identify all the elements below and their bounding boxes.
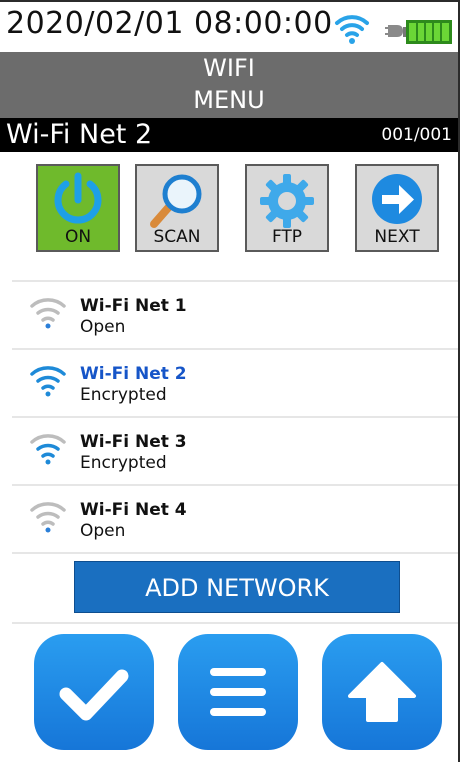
ftp-label: FTP (271, 227, 303, 247)
scan-button[interactable]: SCAN (135, 164, 219, 252)
clock-readout: 2020/02/01 08:00:00 (6, 6, 333, 41)
network-security: Encrypted (80, 385, 167, 405)
scan-label: SCAN (153, 227, 201, 247)
arrow-up-icon (348, 662, 416, 722)
magnifier-icon (150, 174, 202, 228)
ftp-button[interactable]: FTP (245, 164, 329, 252)
divider (12, 552, 458, 554)
wifi-strong-icon (30, 366, 66, 397)
next-label: NEXT (374, 227, 420, 247)
status-bar: 2020/02/01 08:00:00 (0, 0, 458, 52)
network-name: Wi-Fi Net 2 (80, 364, 187, 384)
power-on-button[interactable]: ON (36, 164, 120, 252)
power-plug-icon (385, 25, 403, 37)
wifi-signal-icon (335, 15, 369, 44)
device-screen: 2020/02/01 08:00:00 WIFI MENU Wi-Fi Net … (0, 0, 460, 762)
network-name: Wi-Fi Net 1 (80, 296, 187, 316)
power-icon (54, 172, 102, 224)
menu-icon (210, 668, 266, 716)
toolbar: ON SCAN FTP NEXT (0, 152, 458, 280)
wifi-weak-icon (30, 298, 66, 329)
add-network-button[interactable]: ADD NETWORK (74, 561, 400, 613)
checkmark-icon (59, 669, 129, 721)
title-line-1: WIFI (203, 54, 255, 82)
current-network-bar: Wi-Fi Net 2 001/001 (0, 118, 458, 152)
network-name: Wi-Fi Net 4 (80, 500, 187, 520)
wifi-weak-icon (30, 502, 66, 533)
arrow-right-icon (372, 174, 422, 224)
title-line-2: MENU (193, 86, 265, 114)
network-name: Wi-Fi Net 3 (80, 432, 187, 452)
up-button[interactable] (322, 634, 442, 750)
next-button[interactable]: NEXT (355, 164, 439, 252)
network-security: Open (80, 317, 126, 337)
menu-button[interactable] (178, 634, 298, 750)
battery-icon (403, 20, 452, 44)
confirm-button[interactable] (34, 634, 154, 750)
network-list-item-4[interactable]: Wi-Fi Net 4 Open (0, 486, 458, 552)
network-security: Encrypted (80, 453, 167, 473)
network-list-item-2[interactable]: Wi-Fi Net 2 Encrypted (0, 350, 458, 416)
gear-icon (260, 174, 314, 228)
power-on-label: ON (64, 227, 92, 247)
menu-title-bar: WIFI MENU (0, 52, 458, 118)
network-security: Open (80, 521, 126, 541)
network-list-item-1[interactable]: Wi-Fi Net 1 Open (0, 282, 458, 348)
network-list-item-3[interactable]: Wi-Fi Net 3 Encrypted (0, 418, 458, 484)
divider (12, 622, 458, 624)
wifi-medium-icon (30, 434, 66, 465)
network-counter: 001/001 (381, 125, 452, 145)
current-network-name: Wi-Fi Net 2 (6, 119, 153, 150)
